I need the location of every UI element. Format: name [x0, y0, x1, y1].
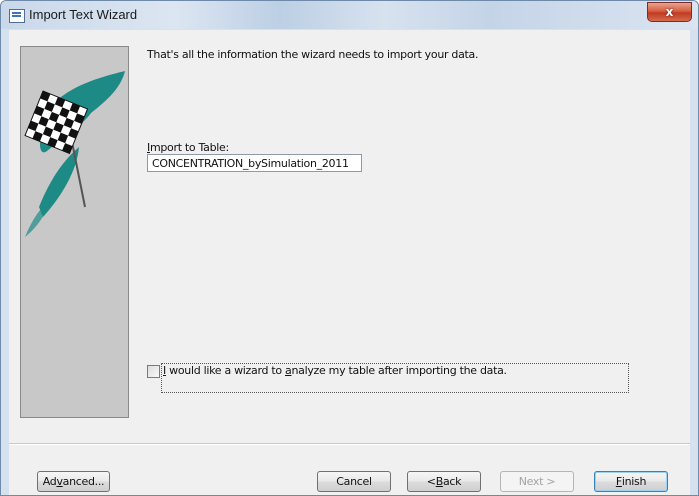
import-to-table-label: Import to Table: — [147, 141, 229, 154]
intro-text: That's all the information the wizard ne… — [147, 48, 479, 61]
next-button[interactable]: Next > — [500, 471, 574, 492]
finish-button[interactable]: Finish — [594, 471, 668, 492]
wizard-client-area: That's all the information the wizard ne… — [9, 30, 690, 495]
close-button[interactable]: x — [647, 2, 692, 22]
app-icon — [9, 9, 25, 23]
wizard-sidebar — [20, 46, 129, 418]
import-text-wizard-window: Import Text Wizard x That's all the info… — [0, 0, 699, 496]
back-button[interactable]: < Back — [407, 471, 481, 492]
table-name-input[interactable] — [147, 154, 362, 172]
title-bar[interactable]: Import Text Wizard x — [1, 1, 698, 29]
checkered-flag-icon — [24, 71, 125, 237]
window-title: Import Text Wizard — [29, 7, 138, 22]
close-icon: x — [665, 5, 674, 19]
analyze-table-label[interactable]: I would like a wizard to analyze my tabl… — [163, 364, 507, 377]
separator — [9, 443, 690, 445]
cancel-button[interactable]: Cancel — [317, 471, 391, 492]
analyze-table-checkbox[interactable] — [147, 365, 160, 378]
advanced-button[interactable]: Ad v anced... — [37, 471, 110, 492]
